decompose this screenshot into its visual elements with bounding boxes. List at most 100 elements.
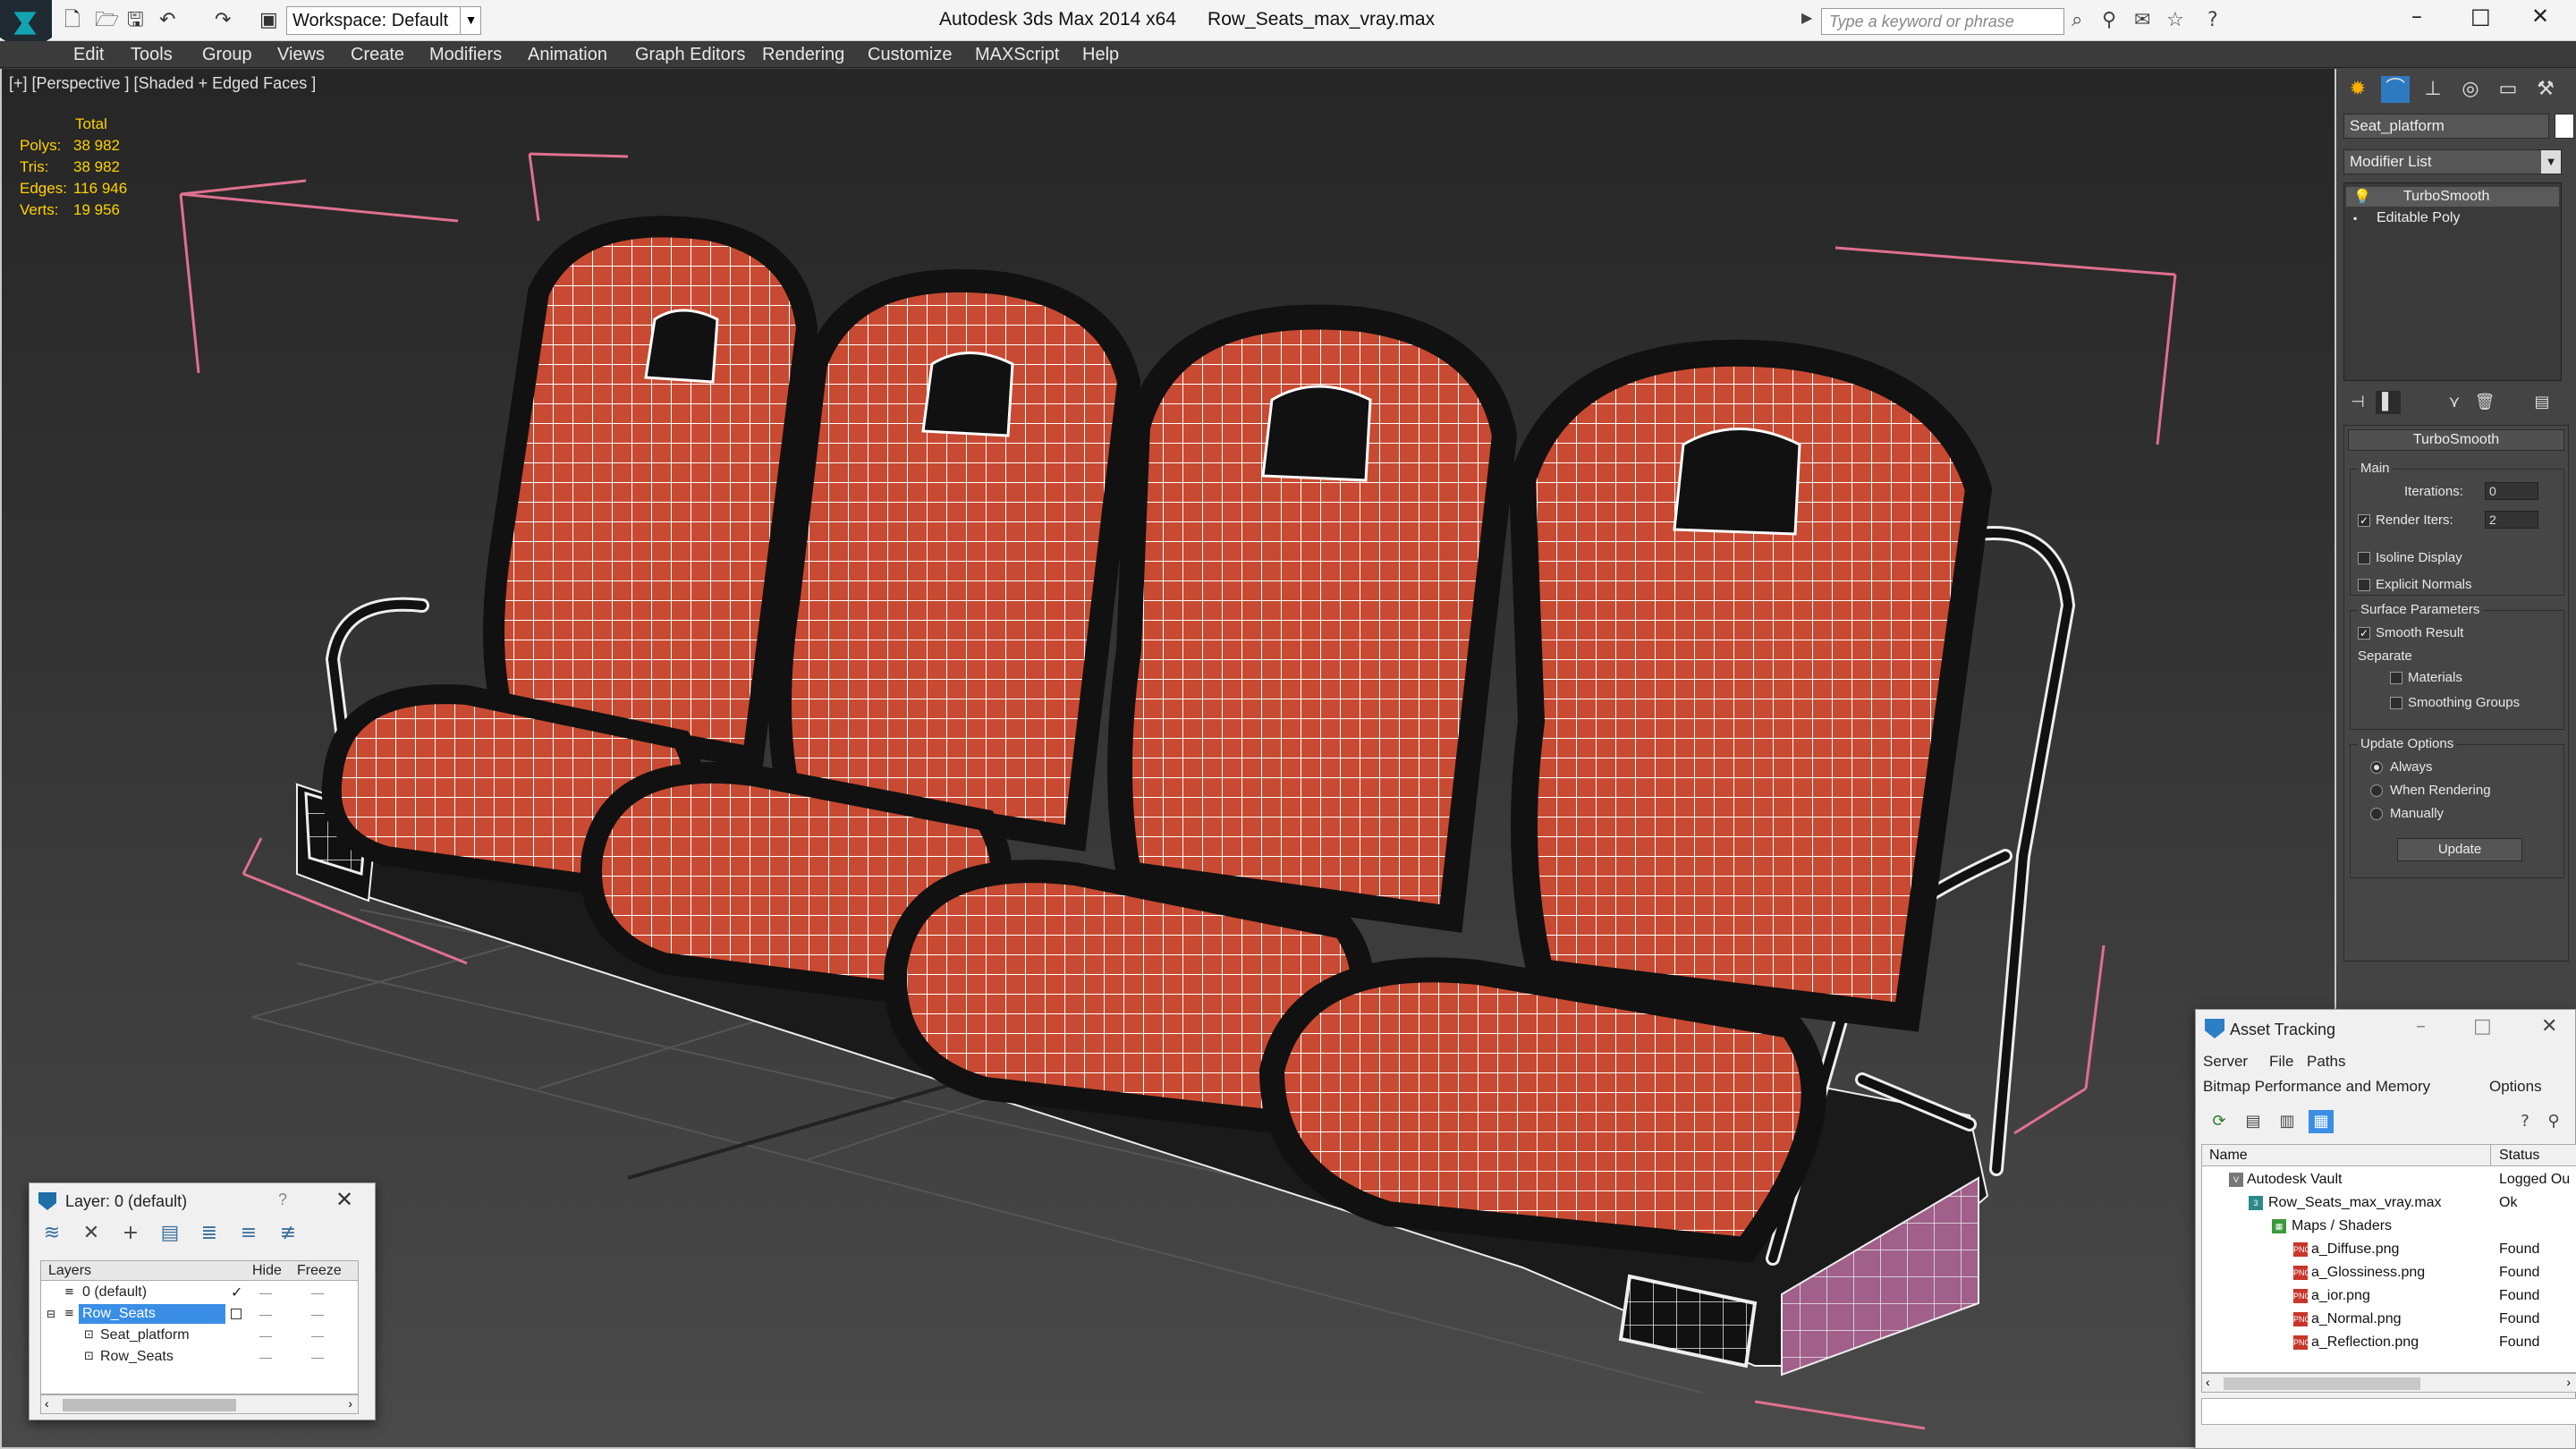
set-active-icon[interactable] <box>231 1309 242 1319</box>
stack-item-turbosmooth[interactable]: 💡 TurboSmooth <box>2346 187 2559 207</box>
scroll-right-icon[interactable]: › <box>348 1396 352 1411</box>
layers-icon[interactable]: ≋ <box>38 1221 65 1246</box>
close-icon[interactable]: ✕ <box>335 1187 353 1212</box>
help-icon[interactable]: ? <box>2512 1110 2538 1133</box>
redo-icon[interactable]: ↷ <box>215 9 231 32</box>
menu-file[interactable]: File <box>2269 1053 2293 1071</box>
close-icon[interactable]: ✕ <box>2531 4 2549 29</box>
chevron-down-icon[interactable]: ▼ <box>2541 150 2561 174</box>
minimize-icon[interactable]: – <box>2416 1015 2426 1038</box>
create-tab-icon[interactable]: ✹ <box>2343 76 2372 103</box>
asset-row[interactable]: V Autodesk Vault Logged Ou <box>2202 1168 2576 1191</box>
subscription-icon[interactable]: ⚲ <box>2102 9 2116 31</box>
manually-radio[interactable] <box>2370 808 2383 820</box>
asset-row[interactable]: PNG a_Normal.png Found <box>2202 1308 2576 1331</box>
menu-paths[interactable]: Paths <box>2307 1053 2345 1071</box>
smooth-result-checkbox[interactable]: ✓ <box>2358 627 2370 640</box>
freeze-toggle[interactable]: — <box>311 1326 324 1345</box>
highlight-layer-icon[interactable]: ≣ <box>196 1221 223 1246</box>
undo-icon[interactable]: ↶ <box>159 9 175 32</box>
menu-group[interactable]: Group <box>202 45 252 65</box>
hide-toggle[interactable]: — <box>259 1304 272 1324</box>
make-unique-icon[interactable]: ⋎ <box>2442 391 2467 414</box>
iterations-spinner[interactable]: 0 <box>2485 482 2538 500</box>
menu-rendering[interactable]: Rendering <box>762 45 844 65</box>
maximize-icon[interactable]: □ <box>2473 1015 2492 1038</box>
open-file-icon[interactable]: 🗁 <box>95 9 119 32</box>
hide-toggle[interactable]: — <box>259 1283 272 1302</box>
stack-item-editable-poly[interactable]: ▪ Editable Poly <box>2346 208 2559 228</box>
menu-help[interactable]: Help <box>1082 45 1119 65</box>
asset-row[interactable]: PNG a_Glossiness.png Found <box>2202 1261 2576 1284</box>
column-hide[interactable]: Hide <box>252 1263 282 1279</box>
hide-toggle[interactable]: — <box>259 1347 272 1367</box>
layer-row[interactable]: ⊟ ≡ Row_Seats — — <box>41 1304 358 1324</box>
save-icon[interactable]: 🖫 <box>127 9 144 32</box>
table-view-icon[interactable]: ▦ <box>2309 1110 2334 1133</box>
communication-center-icon[interactable]: ✉ <box>2134 9 2150 31</box>
motion-tab-icon[interactable]: ◎ <box>2456 76 2485 103</box>
column-name[interactable]: Name <box>2209 1148 2248 1164</box>
update-button[interactable]: Update <box>2397 838 2522 861</box>
horizontal-scrollbar[interactable]: ‹ › <box>40 1394 359 1414</box>
horizontal-scrollbar[interactable]: ‹ › <box>2201 1373 2576 1393</box>
lightbulb-icon[interactable]: 💡 <box>2353 187 2371 207</box>
refresh-icon[interactable]: ⟳ <box>2207 1110 2232 1133</box>
expand-search-icon[interactable]: ▶ <box>1801 9 1812 26</box>
freeze-all-layers-icon[interactable]: ≢ <box>275 1221 301 1246</box>
display-tab-icon[interactable]: ▭ <box>2494 76 2522 103</box>
isoline-checkbox[interactable] <box>2358 552 2370 564</box>
pin-stack-icon[interactable]: ⊣ <box>2345 391 2370 414</box>
layer-row[interactable]: ⊡ Row_Seats — — <box>41 1347 358 1367</box>
asset-row[interactable]: PNG a_ior.png Found <box>2202 1284 2576 1308</box>
add-layer-icon[interactable]: + <box>117 1221 144 1246</box>
scroll-left-icon[interactable]: ‹ <box>2206 1375 2210 1389</box>
maximize-icon[interactable]: □ <box>2470 4 2491 29</box>
chevron-down-icon[interactable]: ▼ <box>460 6 481 35</box>
menu-create[interactable]: Create <box>351 45 404 65</box>
close-icon[interactable]: ✕ <box>2541 1015 2557 1038</box>
menu-bitmap-performance[interactable]: Bitmap Performance and Memory <box>2203 1078 2430 1096</box>
menu-customize[interactable]: Customize <box>868 45 952 65</box>
freeze-toggle[interactable]: — <box>311 1347 324 1367</box>
modify-tab-icon[interactable]: ⌒ <box>2381 76 2410 103</box>
column-freeze[interactable]: Freeze <box>297 1263 342 1279</box>
project-folder-icon[interactable]: ▣ <box>259 9 278 32</box>
menu-tools[interactable]: Tools <box>131 45 173 65</box>
smoothing-groups-checkbox[interactable] <box>2390 697 2402 709</box>
delete-layer-icon[interactable]: ✕ <box>78 1221 105 1246</box>
binoculars-icon[interactable]: ⌕ <box>2072 9 2082 31</box>
menu-views[interactable]: Views <box>277 45 325 65</box>
utilities-tab-icon[interactable]: ⚒ <box>2531 76 2560 103</box>
object-name-field[interactable]: Seat_platform <box>2343 114 2549 139</box>
hide-toggle[interactable]: — <box>259 1326 272 1345</box>
pin-icon[interactable]: ⚲ <box>2541 1110 2566 1133</box>
rollout-header[interactable]: TurboSmooth <box>2348 429 2564 451</box>
hide-all-layers-icon[interactable]: ≡ <box>235 1221 262 1246</box>
always-radio[interactable] <box>2370 761 2383 774</box>
scroll-right-icon[interactable]: › <box>2566 1375 2571 1389</box>
help-button[interactable]: ? <box>278 1191 287 1209</box>
show-end-result-icon[interactable]: ▌ <box>2376 391 2401 414</box>
menu-modifiers[interactable]: Modifiers <box>429 45 502 65</box>
modifier-list-dropdown[interactable]: Modifier List ▼ <box>2343 149 2562 174</box>
menu-options[interactable]: Options <box>2489 1078 2542 1096</box>
thumbnail-view-icon[interactable]: ▥ <box>2275 1110 2300 1133</box>
menu-graph-editors[interactable]: Graph Editors <box>635 45 745 65</box>
layer-row[interactable]: ≡ 0 (default) ✓ — — <box>41 1283 358 1302</box>
scroll-thumb[interactable] <box>63 1399 236 1411</box>
asset-row[interactable]: PNG a_Diffuse.png Found <box>2202 1238 2576 1261</box>
asset-row[interactable]: ▦ Maps / Shaders <box>2202 1215 2576 1238</box>
remove-modifier-icon[interactable]: 🗑 <box>2472 391 2497 414</box>
freeze-toggle[interactable]: — <box>311 1283 324 1302</box>
materials-checkbox[interactable] <box>2390 672 2402 684</box>
list-view-icon[interactable]: ▤ <box>2241 1110 2266 1133</box>
menu-maxscript[interactable]: MAXScript <box>975 45 1059 65</box>
freeze-toggle[interactable]: — <box>311 1304 324 1324</box>
select-layer-icon[interactable]: ▤ <box>157 1221 183 1246</box>
search-input[interactable]: Type a keyword or phrase <box>1821 8 2064 35</box>
render-iters-checkbox[interactable]: ✓ <box>2358 514 2370 527</box>
configure-sets-icon[interactable]: ▤ <box>2529 391 2555 414</box>
when-rendering-radio[interactable] <box>2370 784 2383 797</box>
explicit-normals-checkbox[interactable] <box>2358 579 2370 591</box>
